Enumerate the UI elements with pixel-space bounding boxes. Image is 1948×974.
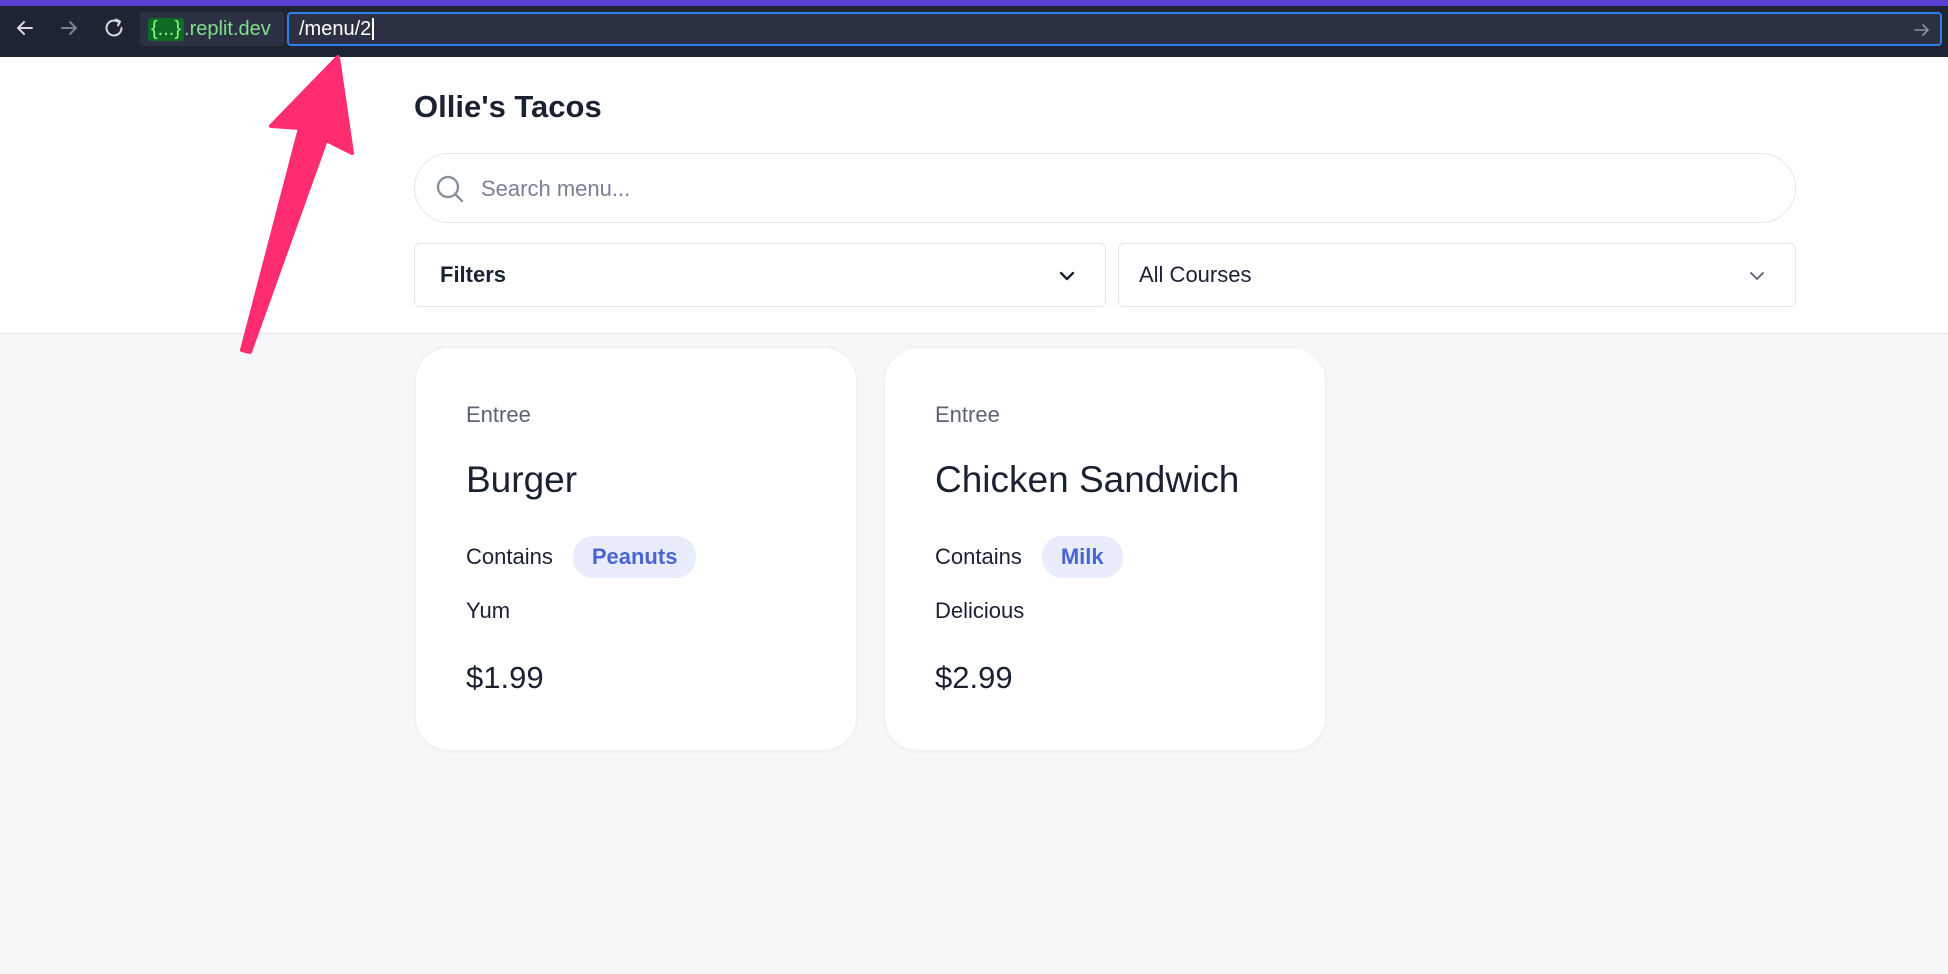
back-arrow-icon xyxy=(17,21,33,35)
menu-item-card[interactable]: Entree Burger Contains Peanuts Yum $1.99 xyxy=(415,347,857,751)
allergen-row: Contains Peanuts xyxy=(466,536,697,578)
text-caret xyxy=(372,18,375,40)
host-suffix: .replit.dev xyxy=(184,17,271,40)
search-bar[interactable] xyxy=(414,153,1796,223)
reload-icon xyxy=(105,18,123,37)
menu-item-card[interactable]: Entree Chicken Sandwich Contains Milk De… xyxy=(884,347,1326,751)
browser-toolbar: {...} .replit.dev /menu/2 xyxy=(0,0,1948,57)
search-input[interactable] xyxy=(479,168,1773,210)
contains-label: Contains xyxy=(466,544,553,569)
chevron-down-icon xyxy=(1059,271,1075,281)
item-name: Chicken Sandwich xyxy=(935,459,1240,500)
forward-button[interactable] xyxy=(55,14,83,42)
allergen-badge: Milk xyxy=(1041,536,1123,578)
page-header: Ollie's Tacos Filters All Courses xyxy=(0,57,1948,334)
filters-label: Filters xyxy=(440,262,507,287)
forward-arrow-icon xyxy=(61,21,77,35)
item-name: Burger xyxy=(466,459,578,500)
chevron-down-icon xyxy=(1750,272,1764,280)
host-indicator[interactable]: {...} .replit.dev xyxy=(140,12,284,46)
item-course: Entree xyxy=(466,402,531,427)
page-title: Ollie's Tacos xyxy=(414,89,602,124)
course-select[interactable]: All Courses xyxy=(1118,243,1796,307)
course-select-value: All Courses xyxy=(1139,262,1252,287)
item-description: Delicious xyxy=(935,598,1025,623)
url-input[interactable]: /menu/2 xyxy=(287,12,1942,46)
item-course: Entree xyxy=(935,402,1000,427)
toolbar-accent-bar xyxy=(0,0,1948,6)
contains-label: Contains xyxy=(935,544,1022,569)
allergen-badge: Peanuts xyxy=(572,536,697,578)
url-text: /menu/2 xyxy=(299,17,372,40)
allergen-row: Contains Milk xyxy=(935,536,1123,578)
filters-dropdown[interactable]: Filters xyxy=(414,243,1106,307)
item-price: $1.99 xyxy=(466,660,544,695)
item-price: $2.99 xyxy=(935,660,1013,695)
back-button[interactable] xyxy=(11,14,39,42)
item-description: Yum xyxy=(466,598,511,623)
search-icon xyxy=(436,175,464,203)
go-arrow-icon[interactable] xyxy=(1912,20,1932,40)
reload-button[interactable] xyxy=(100,14,128,42)
host-chip: {...} xyxy=(148,17,185,41)
